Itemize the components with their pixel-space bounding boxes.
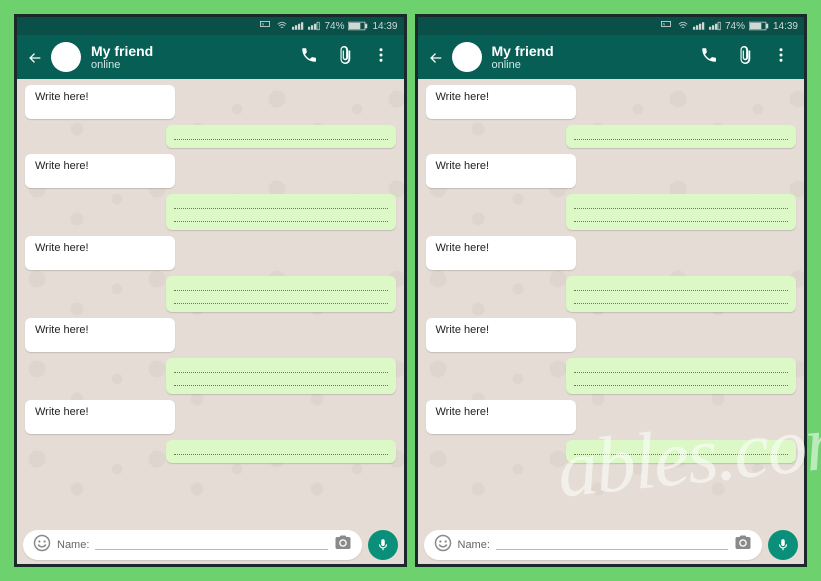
incoming-bubble[interactable]: Write here! (25, 236, 175, 270)
chat-header: My friend online (17, 35, 404, 79)
outgoing-bubble[interactable] (566, 125, 796, 148)
avatar[interactable] (51, 42, 81, 72)
outgoing-bubble[interactable] (166, 276, 396, 312)
outgoing-bubble[interactable] (166, 125, 396, 148)
battery-text: 74% (324, 21, 344, 32)
nfc-icon: N (258, 21, 272, 31)
time-text: 14:39 (773, 21, 798, 32)
outgoing-bubble[interactable] (166, 440, 396, 463)
name-label: Name: (458, 539, 490, 551)
signal-icon (693, 21, 705, 31)
incoming-bubble[interactable]: Write here! (426, 318, 576, 352)
svg-text:N: N (262, 23, 265, 27)
battery-icon (749, 21, 769, 31)
avatar[interactable] (452, 42, 482, 72)
outgoing-bubble[interactable] (166, 358, 396, 394)
battery-icon (348, 21, 368, 31)
outgoing-bubble[interactable] (566, 276, 796, 312)
contact-status: online (91, 59, 290, 71)
outgoing-bubble[interactable] (566, 194, 796, 230)
phone-left: N 74% 14:39 My friend online Write here!… (14, 14, 407, 567)
emoji-icon[interactable] (33, 534, 51, 557)
incoming-bubble[interactable]: Write here! (25, 400, 175, 434)
message-input[interactable]: Name: (424, 530, 763, 560)
outgoing-bubble[interactable] (566, 358, 796, 394)
svg-text:N: N (663, 23, 666, 27)
incoming-bubble[interactable]: Write here! (426, 154, 576, 188)
emoji-icon[interactable] (434, 534, 452, 557)
incoming-bubble[interactable]: Write here! (25, 154, 175, 188)
menu-icon[interactable] (372, 46, 390, 69)
name-line (95, 540, 327, 550)
contact-info[interactable]: My friend online (91, 43, 290, 71)
signal-icon (292, 21, 304, 31)
menu-icon[interactable] (772, 46, 790, 69)
incoming-bubble[interactable]: Write here! (426, 85, 576, 119)
camera-icon[interactable] (734, 534, 752, 557)
nfc-icon: N (659, 21, 673, 31)
contact-name: My friend (492, 43, 691, 59)
status-bar: N 74% 14:39 (418, 17, 805, 35)
incoming-bubble[interactable]: Write here! (426, 236, 576, 270)
contact-name: My friend (91, 43, 290, 59)
signal-icon-2 (709, 21, 721, 31)
attach-icon[interactable] (736, 46, 754, 69)
battery-text: 74% (725, 21, 745, 32)
input-bar: Name: (418, 526, 805, 564)
wifi-icon (677, 21, 689, 31)
back-icon[interactable] (27, 50, 41, 64)
signal-icon-2 (308, 21, 320, 31)
message-input[interactable]: Name: (23, 530, 362, 560)
incoming-bubble[interactable]: Write here! (25, 85, 175, 119)
mic-button[interactable] (768, 530, 798, 560)
input-bar: Name: (17, 526, 404, 564)
chat-header: My friend online (418, 35, 805, 79)
contact-status: online (492, 59, 691, 71)
mic-button[interactable] (368, 530, 398, 560)
incoming-bubble[interactable]: Write here! (426, 400, 576, 434)
phone-right: N 74% 14:39 My friend online Write here!… (415, 14, 808, 567)
outgoing-bubble[interactable] (166, 194, 396, 230)
call-icon[interactable] (700, 46, 718, 69)
outgoing-bubble[interactable] (566, 440, 796, 463)
call-icon[interactable] (300, 46, 318, 69)
time-text: 14:39 (372, 21, 397, 32)
name-label: Name: (57, 539, 89, 551)
name-line (496, 540, 728, 550)
camera-icon[interactable] (334, 534, 352, 557)
attach-icon[interactable] (336, 46, 354, 69)
chat-area: Write here! Write here! Write here! Writ… (17, 79, 404, 526)
status-bar: N 74% 14:39 (17, 17, 404, 35)
chat-area: Write here! Write here! Write here! Writ… (418, 79, 805, 526)
contact-info[interactable]: My friend online (492, 43, 691, 71)
wifi-icon (276, 21, 288, 31)
back-icon[interactable] (428, 50, 442, 64)
incoming-bubble[interactable]: Write here! (25, 318, 175, 352)
